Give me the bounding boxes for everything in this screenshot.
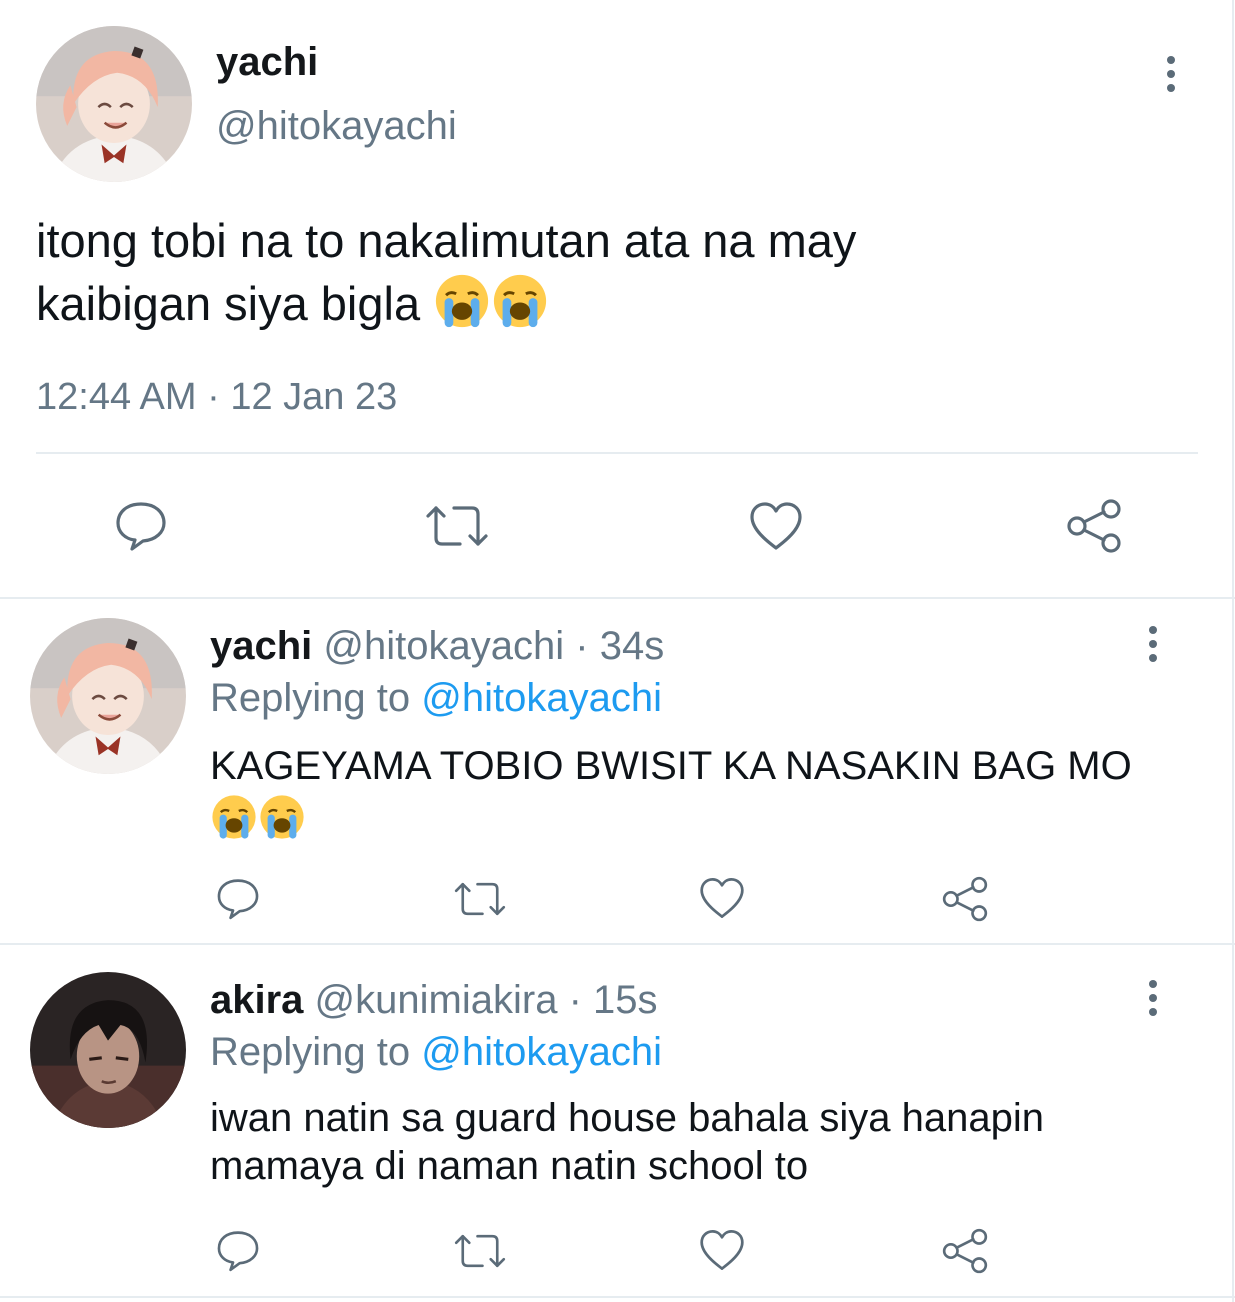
divider bbox=[36, 452, 1198, 454]
retweet-icon[interactable] bbox=[452, 876, 508, 922]
right-edge-border bbox=[1232, 0, 1234, 1302]
reply-text-content: KAGEYAMA TOBIO BWISIT KA NASAKIN BAG MO bbox=[210, 744, 1132, 788]
share-icon[interactable] bbox=[940, 874, 990, 924]
loudly-crying-face-icon bbox=[433, 272, 491, 330]
yachi-avatar-image bbox=[36, 26, 192, 182]
display-name[interactable]: yachi bbox=[210, 624, 312, 668]
display-name[interactable]: yachi bbox=[216, 40, 318, 84]
reply-icon[interactable] bbox=[214, 1226, 262, 1274]
replying-to-label: Replying to bbox=[210, 676, 411, 720]
loudly-crying-face-icon bbox=[491, 272, 549, 330]
replying-to: Replying to @hitokayachi bbox=[210, 676, 662, 720]
avatar[interactable] bbox=[30, 618, 186, 774]
divider bbox=[0, 1296, 1235, 1298]
reply-header: yachi @hitokayachi · 34s bbox=[210, 624, 664, 668]
reply-icon[interactable] bbox=[214, 874, 262, 922]
more-options-icon[interactable] bbox=[1143, 626, 1163, 668]
reply-icon[interactable] bbox=[112, 496, 170, 554]
share-icon[interactable] bbox=[940, 1226, 990, 1276]
retweet-icon[interactable] bbox=[452, 1228, 508, 1274]
yachi-avatar-image bbox=[30, 618, 186, 774]
relative-time[interactable]: · 34s bbox=[575, 624, 664, 668]
replying-to-link[interactable]: @hitokayachi bbox=[421, 1030, 662, 1074]
loudly-crying-face-icon bbox=[258, 793, 306, 841]
tweet-text: itong tobi na to nakalimutan ata na may … bbox=[36, 210, 1036, 335]
display-name[interactable]: akira bbox=[210, 978, 303, 1022]
loudly-crying-face-icon bbox=[210, 793, 258, 841]
avatar[interactable] bbox=[30, 972, 186, 1128]
like-icon[interactable] bbox=[748, 500, 804, 552]
handle[interactable]: @hitokayachi bbox=[216, 104, 457, 148]
reply-text: KAGEYAMA TOBIO BWISIT KA NASAKIN BAG MO bbox=[210, 740, 1170, 844]
replying-to-link[interactable]: @hitokayachi bbox=[421, 676, 662, 720]
timestamp[interactable]: 12:44 AM · 12 Jan 23 bbox=[36, 376, 397, 418]
like-icon[interactable] bbox=[698, 876, 746, 920]
akira-avatar-image bbox=[30, 972, 186, 1128]
divider bbox=[0, 943, 1235, 945]
divider bbox=[0, 597, 1235, 599]
like-icon[interactable] bbox=[698, 1228, 746, 1272]
avatar[interactable] bbox=[36, 26, 192, 182]
handle[interactable]: @hitokayachi bbox=[323, 624, 564, 668]
handle[interactable]: @kunimiakira bbox=[315, 978, 558, 1022]
replying-to-label: Replying to bbox=[210, 1030, 411, 1074]
relative-time[interactable]: · 15s bbox=[569, 978, 658, 1022]
reply-text: iwan natin sa guard house bahala siya ha… bbox=[210, 1096, 1044, 1188]
share-icon[interactable] bbox=[1064, 496, 1124, 556]
more-options-icon[interactable] bbox=[1143, 980, 1163, 1022]
retweet-icon[interactable] bbox=[424, 498, 490, 554]
replying-to: Replying to @hitokayachi bbox=[210, 1030, 662, 1074]
reply-header: akira @kunimiakira · 15s bbox=[210, 978, 658, 1022]
more-options-icon[interactable] bbox=[1161, 56, 1181, 98]
